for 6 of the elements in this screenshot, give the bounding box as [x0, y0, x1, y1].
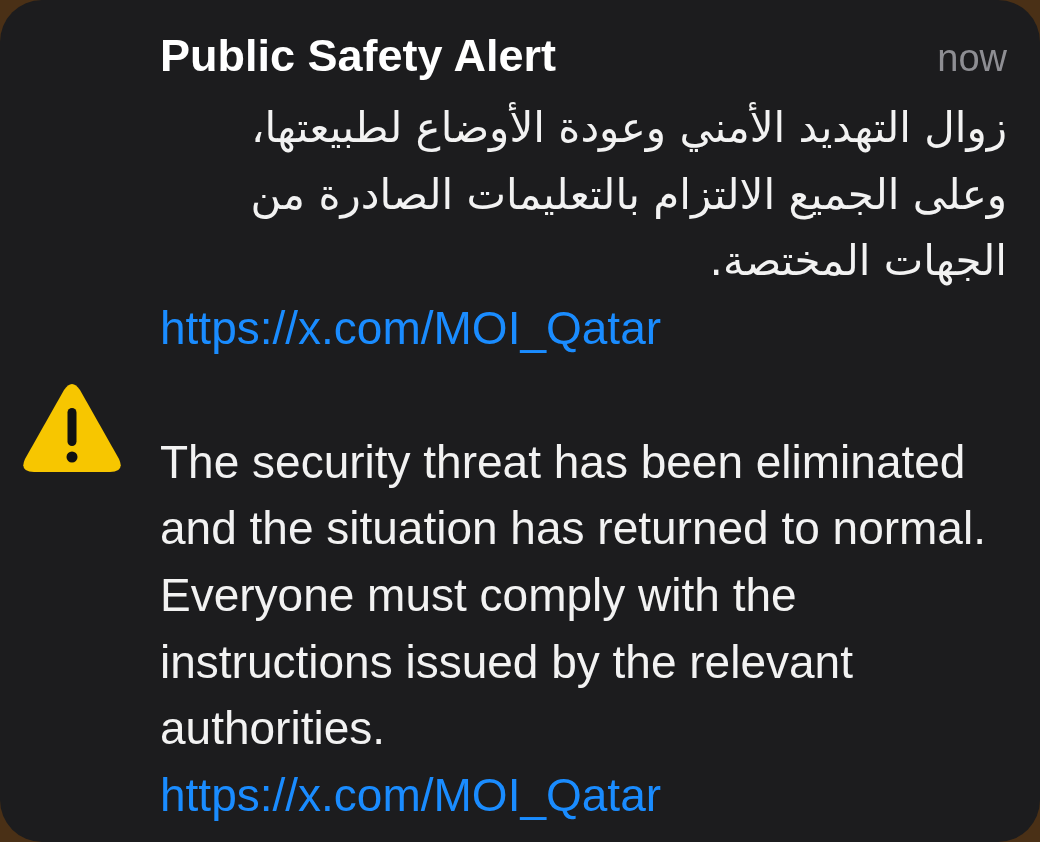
alert-title: Public Safety Alert: [160, 30, 556, 82]
link[interactable]: https://x.com/MOI_Qatar: [160, 295, 662, 362]
timestamp: now: [937, 36, 1007, 81]
alert-message: The security threat has been eliminated and the situation has returned to normal. Everyone must comply with the instructions issued by the relevant authorities.: [160, 434, 987, 757]
link[interactable]: https://x.com/MOI_Qatar: [160, 762, 662, 829]
alert-message: زوال التهديد الأمني وعودة الأوضاع لطبيعتها، وعلى الجميع الالتزام بالتعليمات الصادرة من الجهات المختصة.: [249, 101, 1007, 288]
